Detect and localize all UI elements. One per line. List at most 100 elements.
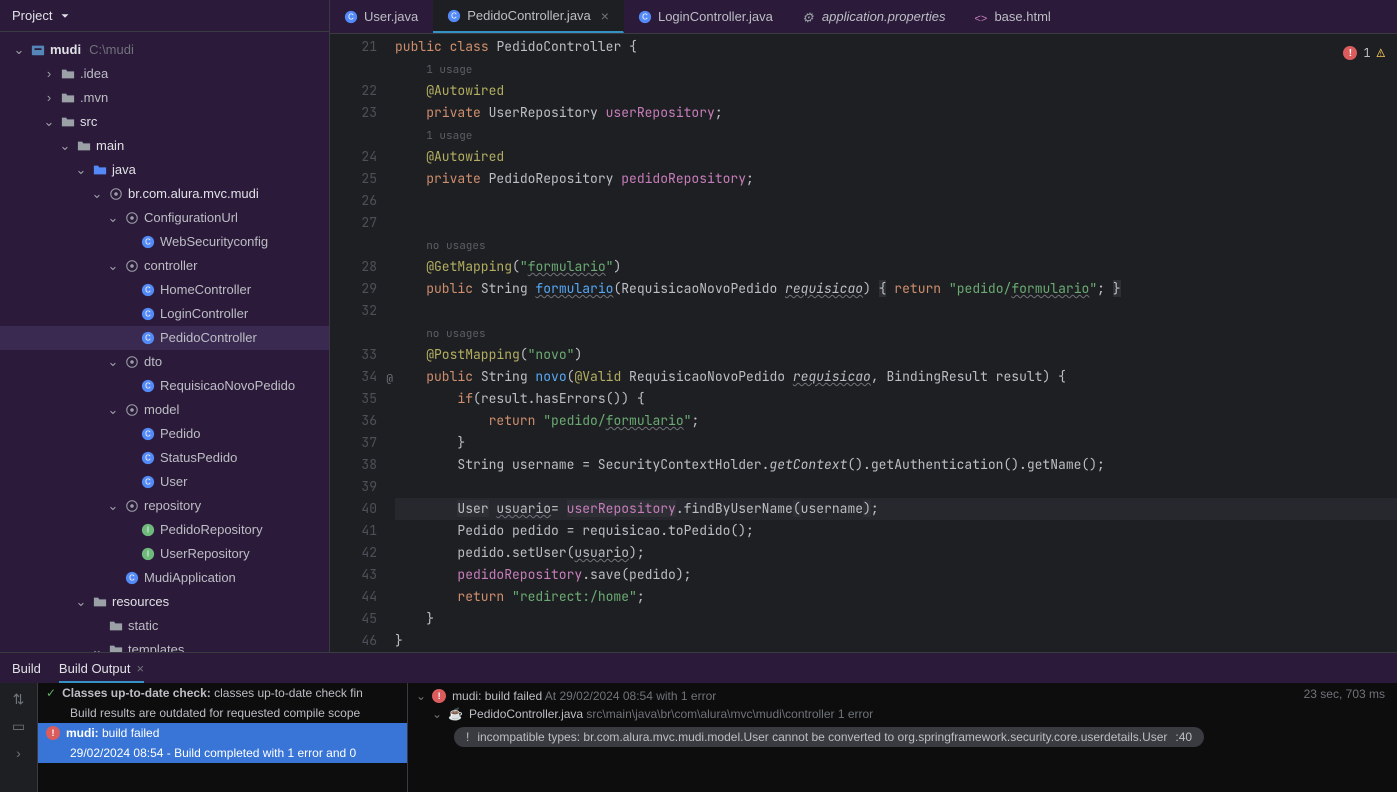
build-log-row[interactable]: !mudi: build failed	[38, 723, 407, 743]
close-icon[interactable]: ×	[136, 661, 144, 676]
editor-area: CUser.javaCPedidoController.java×CLoginC…	[330, 0, 1397, 652]
folder-icon	[108, 642, 124, 652]
editor-tab[interactable]: CLoginController.java	[624, 0, 788, 33]
chevron-down-icon	[58, 9, 72, 23]
tree-item[interactable]: C HomeController	[0, 278, 329, 302]
build-log-row[interactable]: Build results are outdated for requested…	[38, 703, 407, 723]
svg-text:C: C	[145, 286, 151, 295]
package-icon	[124, 402, 140, 418]
chevron-down-icon[interactable]: ⌄	[106, 496, 120, 516]
tree-item-label: dto	[144, 352, 162, 372]
build-left-pane[interactable]: ✓Classes up-to-date check: classes up-to…	[38, 683, 408, 792]
tree-item[interactable]: ⌄ConfigurationUrl	[0, 206, 329, 230]
chevron-down-icon[interactable]: ⌄	[90, 184, 104, 204]
tree-item[interactable]: static	[0, 614, 329, 638]
tree-item-label: templates	[128, 640, 184, 652]
tree-item[interactable]: CStatusPedido	[0, 446, 329, 470]
project-tree[interactable]: ⌄ mudi C:\mudi ›.idea›.mvn⌄src⌄main⌄java…	[0, 32, 329, 652]
chevron-down-icon[interactable]: ⌄	[106, 256, 120, 276]
close-icon[interactable]: ×	[601, 8, 609, 24]
tree-item-label: RequisicaoNovoPedido	[160, 376, 295, 396]
tree-item[interactable]: ⌄main	[0, 134, 329, 158]
tree-item[interactable]: CMudiApplication	[0, 566, 329, 590]
svg-text:C: C	[145, 238, 151, 247]
chevron-down-icon[interactable]: ⌄	[12, 40, 26, 60]
build-file-row[interactable]: ⌄ ☕ PedidoController.java src\main\java\…	[416, 705, 1389, 723]
svg-text:C: C	[642, 12, 648, 21]
build-log-row[interactable]: ✓Classes up-to-date check: classes up-to…	[38, 683, 407, 703]
tree-item[interactable]: ›.idea	[0, 62, 329, 86]
tree-item-label: HomeController	[160, 280, 251, 300]
svg-text:I: I	[147, 526, 149, 535]
tree-item-label: WebSecurityconfig	[160, 232, 268, 252]
tree-item[interactable]: IUserRepository	[0, 542, 329, 566]
chevron-down-icon[interactable]: ⌄	[42, 112, 56, 132]
code-content[interactable]: public class PedidoController { 1 usage …	[395, 34, 1397, 652]
build-right-pane[interactable]: 23 sec, 703 ms ⌄ ! mudi: build failed At…	[408, 683, 1397, 792]
tree-item[interactable]: ⌄ templates	[0, 638, 329, 652]
chevron-down-icon[interactable]: ⌄	[106, 352, 120, 372]
tab-build-output[interactable]: Build Output ×	[59, 655, 144, 682]
java-file-icon: ☕	[448, 707, 463, 721]
class-icon: C	[140, 306, 156, 322]
build-log-row[interactable]: 29/02/2024 08:54 - Build completed with …	[38, 743, 407, 763]
chevron-down-icon[interactable]: ⌄	[58, 136, 72, 156]
chevron-down-icon[interactable]: ⌄	[74, 592, 88, 612]
class-icon: C	[140, 426, 156, 442]
filter-icon[interactable]: ▭	[12, 718, 25, 735]
folder-src-icon	[92, 162, 108, 178]
editor-tab[interactable]: CPedidoController.java×	[433, 0, 624, 33]
tree-item[interactable]: ⌄controller	[0, 254, 329, 278]
tree-root[interactable]: ⌄ mudi C:\mudi	[0, 38, 329, 62]
tree-item[interactable]: ⌄br.com.alura.mvc.mudi	[0, 182, 329, 206]
package-icon	[124, 354, 140, 370]
tree-item[interactable]: ⌄model	[0, 398, 329, 422]
tree-item[interactable]: ⌄ src	[0, 110, 329, 134]
expand-icon[interactable]: ›	[16, 745, 21, 761]
chevron-down-icon[interactable]: ⌄	[90, 640, 104, 652]
tree-item-label: static	[128, 616, 158, 636]
tree-item[interactable]: ›.mvn	[0, 86, 329, 110]
tree-item-label: src	[80, 112, 97, 132]
package-icon	[124, 210, 140, 226]
editor-tab[interactable]: CUser.java	[330, 0, 433, 33]
tree-item[interactable]: CLoginController	[0, 302, 329, 326]
chevron-down-icon[interactable]: ⌄	[106, 208, 120, 228]
error-indicator[interactable]: ! 1 ⚠	[1343, 42, 1385, 64]
folder-icon	[60, 90, 76, 106]
tree-item[interactable]: C WebSecurityconfig	[0, 230, 329, 254]
chevron-down-icon[interactable]: ⌄	[432, 707, 442, 721]
class-icon: C	[140, 474, 156, 490]
tree-item[interactable]: CPedidoController	[0, 326, 329, 350]
build-timing: 23 sec, 703 ms	[1304, 687, 1385, 701]
tree-item-label: java	[112, 160, 136, 180]
class-icon: C	[447, 9, 461, 23]
interface-icon: I	[140, 546, 156, 562]
tree-item[interactable]: IPedidoRepository	[0, 518, 329, 542]
line-gutter[interactable]: 212223242526272829323334@353637383940414…	[330, 34, 395, 652]
tree-item[interactable]: CUser	[0, 470, 329, 494]
toggle-icon[interactable]: ⇅	[13, 691, 25, 708]
svg-text:C: C	[129, 574, 135, 583]
chevron-down-icon[interactable]: ⌄	[416, 689, 426, 703]
editor-tab[interactable]: <>base.html	[960, 0, 1065, 33]
sidebar-header[interactable]: Project	[0, 0, 329, 32]
error-icon: !	[432, 689, 446, 703]
tree-item[interactable]: ⌄repository	[0, 494, 329, 518]
tab-label: base.html	[994, 9, 1050, 24]
chevron-right-icon[interactable]: ›	[42, 88, 56, 108]
tree-item[interactable]: CPedido	[0, 422, 329, 446]
build-result-row[interactable]: ⌄ ! mudi: build failed At 29/02/2024 08:…	[416, 687, 1389, 705]
editor-tab[interactable]: ⚙application.properties	[788, 0, 961, 33]
code-editor[interactable]: ! 1 ⚠ 212223242526272829323334@353637383…	[330, 34, 1397, 652]
tree-item[interactable]: ⌄resources	[0, 590, 329, 614]
build-error-detail[interactable]: ! incompatible types: br.com.alura.mvc.m…	[454, 727, 1204, 747]
tree-item-label: Pedido	[160, 424, 200, 444]
chevron-right-icon[interactable]: ›	[42, 64, 56, 84]
chevron-down-icon[interactable]: ⌄	[106, 400, 120, 420]
tree-item[interactable]: ⌄ dto	[0, 350, 329, 374]
tab-build[interactable]: Build	[12, 655, 41, 682]
tree-item[interactable]: ⌄ java	[0, 158, 329, 182]
tree-item[interactable]: CRequisicaoNovoPedido	[0, 374, 329, 398]
chevron-down-icon[interactable]: ⌄	[74, 160, 88, 180]
